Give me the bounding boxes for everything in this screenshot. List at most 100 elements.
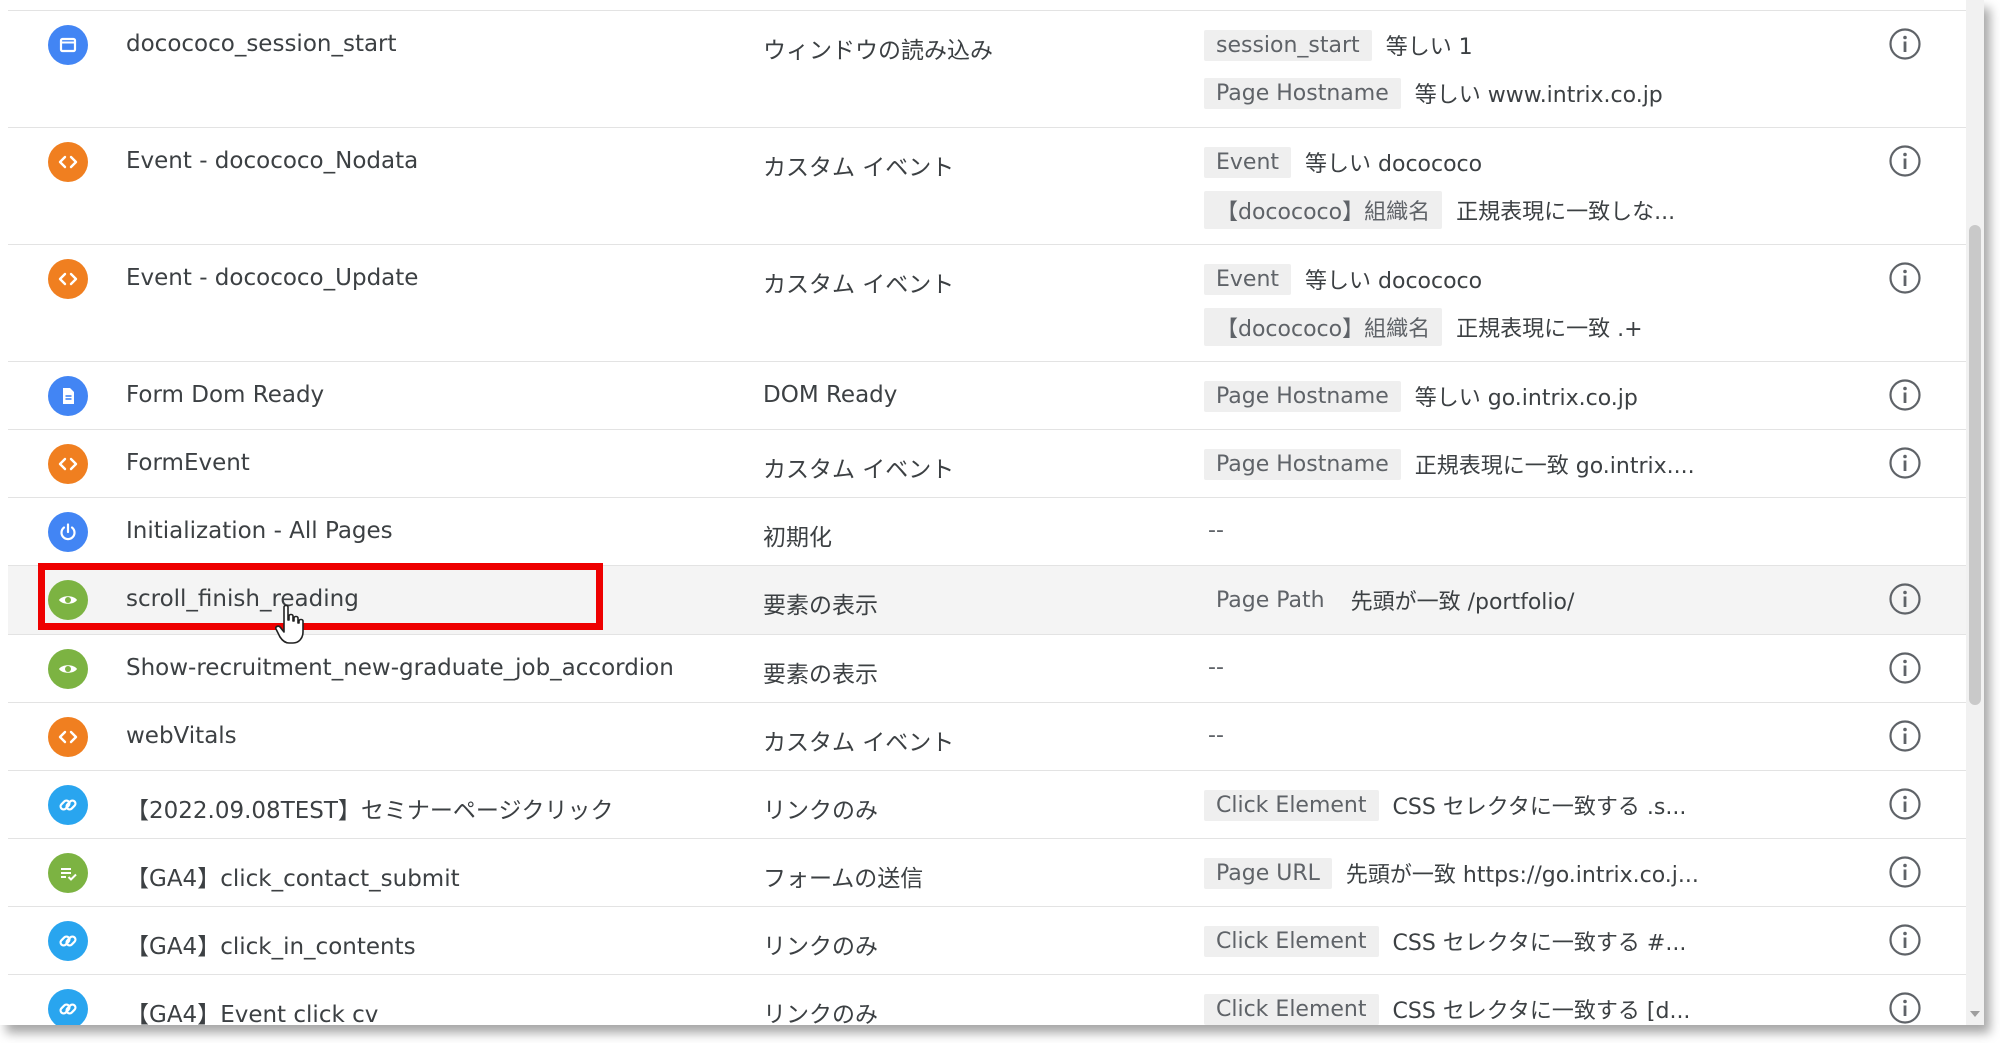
filter-condition: 正規表現に一致 .+ bbox=[1456, 317, 1643, 342]
filter-condition: 等しい www.intrix.co.jp bbox=[1414, 83, 1663, 108]
info-icon[interactable] bbox=[1888, 855, 1922, 889]
trigger-row[interactable]: Form Dom Ready DOM Ready Page Hostname 等… bbox=[8, 361, 1966, 429]
vertical-scrollbar[interactable] bbox=[1966, 0, 1984, 1025]
info-icon[interactable] bbox=[1888, 991, 1922, 1025]
trigger-row[interactable]: 【GA4】click_in_contents リンクのみ Click Eleme… bbox=[8, 906, 1966, 974]
filter-variable: 【docococo】組織名 bbox=[1204, 191, 1443, 229]
filter-variable: Event bbox=[1204, 146, 1292, 178]
filter-empty: -- bbox=[1208, 655, 1224, 680]
trigger-type: カスタム イベント bbox=[763, 457, 955, 483]
info-icon[interactable] bbox=[1888, 651, 1922, 685]
filter-condition: 先頭が一致 /portfolio/ bbox=[1350, 590, 1575, 615]
trigger-filter: 【docococo】組織名 正規表現に一致しな... bbox=[1204, 191, 1676, 229]
scroll-down-arrow-icon[interactable] bbox=[1970, 1011, 1980, 1017]
trigger-name[interactable]: Event - docococo_Update bbox=[126, 265, 418, 291]
filter-variable: 【docococo】組織名 bbox=[1204, 308, 1443, 346]
info-icon[interactable] bbox=[1888, 923, 1922, 957]
info-icon[interactable] bbox=[1888, 144, 1922, 178]
link-icon bbox=[48, 921, 88, 961]
trigger-type: ウィンドウの読み込み bbox=[763, 38, 993, 64]
trigger-type: フォームの送信 bbox=[763, 866, 924, 892]
scrollbar-thumb[interactable] bbox=[1969, 225, 1981, 705]
trigger-row[interactable]: 【GA4】click_contact_submit フォームの送信 Page U… bbox=[8, 838, 1966, 906]
info-icon[interactable] bbox=[1888, 787, 1922, 821]
link-icon bbox=[48, 785, 88, 825]
filter-variable: Click Element bbox=[1204, 925, 1379, 957]
trigger-name[interactable]: Event - docococo_Nodata bbox=[126, 148, 418, 174]
annotation-highlight-box bbox=[38, 563, 603, 630]
trigger-name[interactable]: 【GA4】click_in_contents bbox=[126, 927, 416, 961]
filter-condition: 等しい docococo bbox=[1305, 269, 1483, 294]
filter-condition: 先頭が一致 https://go.intrix.co.j... bbox=[1345, 863, 1699, 888]
filter-condition: CSS セレクタに一致する [d... bbox=[1392, 999, 1691, 1024]
trigger-filter: Click Element CSS セレクタに一致する [d... bbox=[1204, 991, 1690, 1025]
filter-variable: Page Path bbox=[1216, 587, 1325, 613]
trigger-name[interactable]: 【GA4】click_contact_submit bbox=[126, 859, 460, 893]
code-icon bbox=[48, 259, 88, 299]
trigger-filter: Page Hostname 等しい go.intrix.co.jp bbox=[1204, 378, 1638, 414]
trigger-row[interactable]: 【2022.09.08TEST】セミナーページクリック リンクのみ Click … bbox=[8, 770, 1966, 838]
filter-empty: -- bbox=[1208, 723, 1224, 748]
code-icon bbox=[48, 142, 88, 182]
info-icon[interactable] bbox=[1888, 261, 1922, 295]
trigger-type: DOM Ready bbox=[763, 382, 898, 408]
filter-condition: 正規表現に一致しな... bbox=[1456, 200, 1676, 225]
trigger-row[interactable]: Event - docococo_Update カスタム イベント Event … bbox=[8, 244, 1966, 361]
trigger-row[interactable]: Event - docococo_Nodata カスタム イベント Event … bbox=[8, 127, 1966, 244]
filter-condition: 等しい docococo bbox=[1305, 152, 1483, 177]
trigger-name[interactable]: docococo_session_start bbox=[126, 31, 397, 57]
code-icon bbox=[48, 444, 88, 484]
trigger-type: リンクのみ bbox=[763, 934, 878, 960]
trigger-type: 要素の表示 bbox=[763, 662, 878, 688]
trigger-name[interactable]: Show-recruitment_new-graduate_job_accord… bbox=[126, 655, 674, 681]
trigger-filter: Page Path 先頭が一致 /portfolio/ bbox=[1204, 582, 1574, 618]
filter-variable: Click Element bbox=[1204, 789, 1379, 821]
filter-variable: Page Hostname bbox=[1204, 380, 1401, 412]
filter-condition: CSS セレクタに一致する #... bbox=[1392, 931, 1687, 956]
trigger-type: 初期化 bbox=[763, 525, 832, 551]
trigger-filter: Click Element CSS セレクタに一致する #... bbox=[1204, 923, 1686, 959]
filter-empty: -- bbox=[1208, 518, 1224, 543]
trigger-name[interactable]: FormEvent bbox=[126, 450, 250, 476]
trigger-type: リンクのみ bbox=[763, 798, 878, 824]
filter-variable: Page Hostname bbox=[1204, 77, 1401, 109]
info-icon[interactable] bbox=[1888, 446, 1922, 480]
eye-icon bbox=[48, 649, 88, 689]
filter-variable: Event bbox=[1204, 263, 1292, 295]
filter-condition: CSS セレクタに一致する .s... bbox=[1392, 795, 1687, 820]
filter-condition: 等しい 1 bbox=[1385, 35, 1473, 60]
trigger-type: 要素の表示 bbox=[763, 593, 878, 619]
trigger-name[interactable]: 【GA4】Event click cv bbox=[126, 995, 378, 1025]
document-icon bbox=[48, 376, 88, 416]
trigger-row[interactable]: 【GA4】Event click cv リンクのみ Click Element … bbox=[8, 974, 1966, 1025]
filter-condition: 等しい go.intrix.co.jp bbox=[1414, 386, 1638, 411]
trigger-type: カスタム イベント bbox=[763, 155, 955, 181]
code-icon bbox=[48, 717, 88, 757]
trigger-name[interactable]: Initialization - All Pages bbox=[126, 518, 393, 544]
trigger-filter: 【docococo】組織名 正規表現に一致 .+ bbox=[1204, 308, 1643, 346]
info-icon[interactable] bbox=[1888, 378, 1922, 412]
trigger-row[interactable]: docococo_session_start ウィンドウの読み込み sessio… bbox=[8, 10, 1966, 127]
trigger-filter: Page Hostname 等しい www.intrix.co.jp bbox=[1204, 75, 1663, 111]
form-submit-icon bbox=[48, 853, 88, 893]
info-icon[interactable] bbox=[1888, 27, 1922, 61]
filter-variable: Page Hostname bbox=[1204, 448, 1401, 480]
trigger-filter: Page URL 先頭が一致 https://go.intrix.co.j... bbox=[1204, 855, 1699, 891]
link-icon bbox=[48, 989, 88, 1025]
trigger-row[interactable]: webVitals カスタム イベント -- bbox=[8, 702, 1966, 770]
trigger-type: カスタム イベント bbox=[763, 272, 955, 298]
trigger-filter: Click Element CSS セレクタに一致する .s... bbox=[1204, 787, 1686, 823]
trigger-filter: Event 等しい docococo bbox=[1204, 144, 1482, 180]
trigger-filter: Page Hostname 正規表現に一致 go.intrix.... bbox=[1204, 446, 1695, 482]
power-icon bbox=[48, 512, 88, 552]
trigger-name[interactable]: Form Dom Ready bbox=[126, 382, 324, 408]
trigger-row[interactable]: FormEvent カスタム イベント Page Hostname 正規表現に一… bbox=[8, 429, 1966, 497]
trigger-row[interactable]: Initialization - All Pages 初期化 -- bbox=[8, 497, 1966, 565]
hand-cursor-icon bbox=[275, 604, 304, 644]
trigger-name[interactable]: webVitals bbox=[126, 723, 237, 749]
filter-variable: session_start bbox=[1204, 29, 1372, 61]
trigger-type: カスタム イベント bbox=[763, 730, 955, 756]
info-icon[interactable] bbox=[1888, 582, 1922, 616]
info-icon[interactable] bbox=[1888, 719, 1922, 753]
trigger-name[interactable]: 【2022.09.08TEST】セミナーページクリック bbox=[126, 791, 613, 825]
